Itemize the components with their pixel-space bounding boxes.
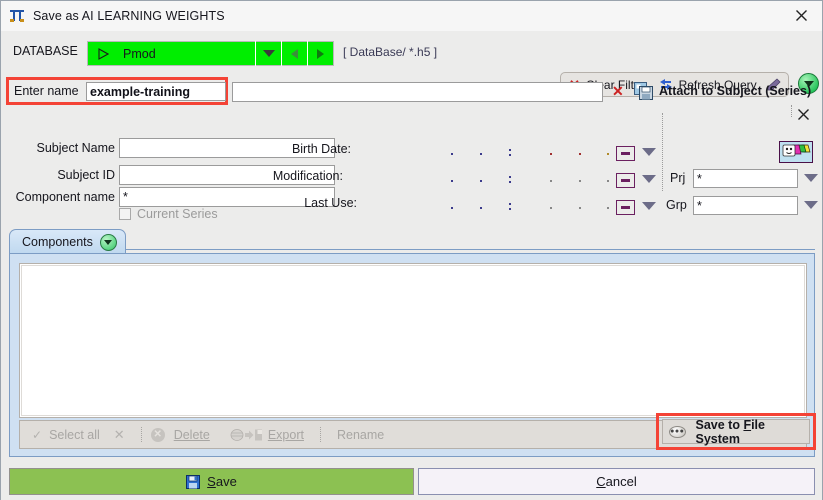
cancel-button[interactable]: Cancel — [418, 468, 815, 495]
prj-dropdown-icon[interactable] — [804, 174, 818, 182]
form-divider — [662, 113, 663, 191]
components-listbox-inner — [21, 265, 805, 416]
green-dropdown-icon[interactable] — [99, 233, 117, 251]
save-to-file-system-label: Save to File System — [695, 417, 765, 446]
attach-to-subject-button[interactable]: Attach to Subject (Series) — [659, 84, 811, 98]
subject-name-label: Subject Name — [36, 141, 115, 155]
component-name-label: Component name — [15, 190, 115, 204]
components-listbox[interactable] — [19, 263, 807, 418]
attach-save-icon[interactable] — [634, 82, 653, 100]
pmod-logo-icon — [10, 9, 26, 23]
titlebar: Save as AI LEARNING WEIGHTS — [1, 1, 822, 32]
window-title: Save as AI LEARNING WEIGHTS — [33, 9, 225, 23]
export-disk-icon — [230, 428, 262, 441]
tab-components[interactable]: Components — [9, 229, 126, 254]
arrow-left-icon — [291, 48, 298, 59]
database-combo[interactable]: Pmod — [87, 41, 334, 66]
x-icon[interactable]: ✕ — [114, 427, 125, 443]
database-combo-dropdown[interactable] — [255, 41, 281, 66]
database-row: DATABASE Pmod [ DataBase/ *.h5 ] ✕ C — [1, 31, 822, 97]
database-path: [ DataBase/ *.h5 ] — [343, 45, 438, 59]
grp-label: Grp — [666, 198, 687, 212]
delete-circle-icon: ✕ — [150, 427, 165, 442]
database-prev-button[interactable] — [281, 41, 307, 66]
current-series-checkbox[interactable]: Current Series — [119, 207, 218, 221]
current-series-label: Current Series — [137, 207, 218, 221]
series-cards-icon[interactable] — [779, 141, 813, 163]
modification-date-field-icon[interactable] — [616, 173, 635, 188]
grp-dropdown-icon[interactable] — [804, 201, 818, 209]
save-to-file-system-button[interactable]: ●●● Save to File System — [662, 417, 810, 446]
birth-date-label: Birth Date: — [291, 142, 351, 156]
save-button-label: Save — [207, 474, 237, 489]
enter-name-row: Enter name ✕ Attach to Subject (Series) — [1, 73, 822, 120]
modification-dropdown-icon[interactable] — [642, 175, 656, 183]
divider — [319, 427, 321, 442]
tab-components-label: Components — [22, 235, 93, 249]
arrow-right-icon — [317, 48, 324, 59]
last-use-label: Last Use: — [304, 196, 357, 210]
secondary-name-input[interactable] — [232, 82, 603, 102]
grp-input[interactable] — [693, 196, 798, 215]
database-label: DATABASE — [13, 44, 78, 58]
last-use-date-field-icon[interactable] — [616, 200, 635, 215]
cancel-button-label: Cancel — [596, 474, 637, 489]
chevron-down-icon — [262, 50, 275, 57]
enter-name-input[interactable] — [86, 82, 226, 101]
ellipsis-button-icon: ●●● — [669, 425, 686, 438]
delete-button[interactable]: Delete — [174, 428, 210, 442]
birth-date-field-icon[interactable] — [616, 146, 635, 161]
modification-label: Modification: — [272, 169, 343, 183]
last-use-dropdown-icon[interactable] — [642, 202, 656, 210]
x-red-icon[interactable]: ✕ — [612, 84, 624, 98]
select-all-button[interactable]: Select all — [49, 428, 100, 442]
divider — [140, 427, 142, 442]
checkbox-box — [119, 208, 131, 220]
floppy-disk-icon — [186, 474, 201, 489]
export-button[interactable]: Export — [268, 428, 304, 442]
play-icon — [98, 47, 109, 60]
tabstrip: Components — [9, 229, 815, 254]
close-icon[interactable] — [780, 1, 822, 30]
metadata-form: Subject Name Subject ID Component name C… — [1, 111, 822, 229]
save-button[interactable]: Save — [9, 468, 414, 495]
prj-input[interactable] — [693, 169, 798, 188]
database-next-button[interactable] — [307, 41, 333, 66]
birth-date-dropdown-icon[interactable] — [642, 148, 656, 156]
subject-id-label: Subject ID — [57, 168, 115, 182]
check-icon: ✓ — [32, 427, 43, 442]
database-combo-value: Pmod — [123, 46, 156, 61]
save-as-dialog: Save as AI LEARNING WEIGHTS DATABASE Pmo… — [0, 0, 823, 500]
rename-button[interactable]: Rename — [337, 428, 384, 442]
prj-label: Prj — [670, 171, 686, 185]
enter-name-label: Enter name — [14, 84, 79, 98]
